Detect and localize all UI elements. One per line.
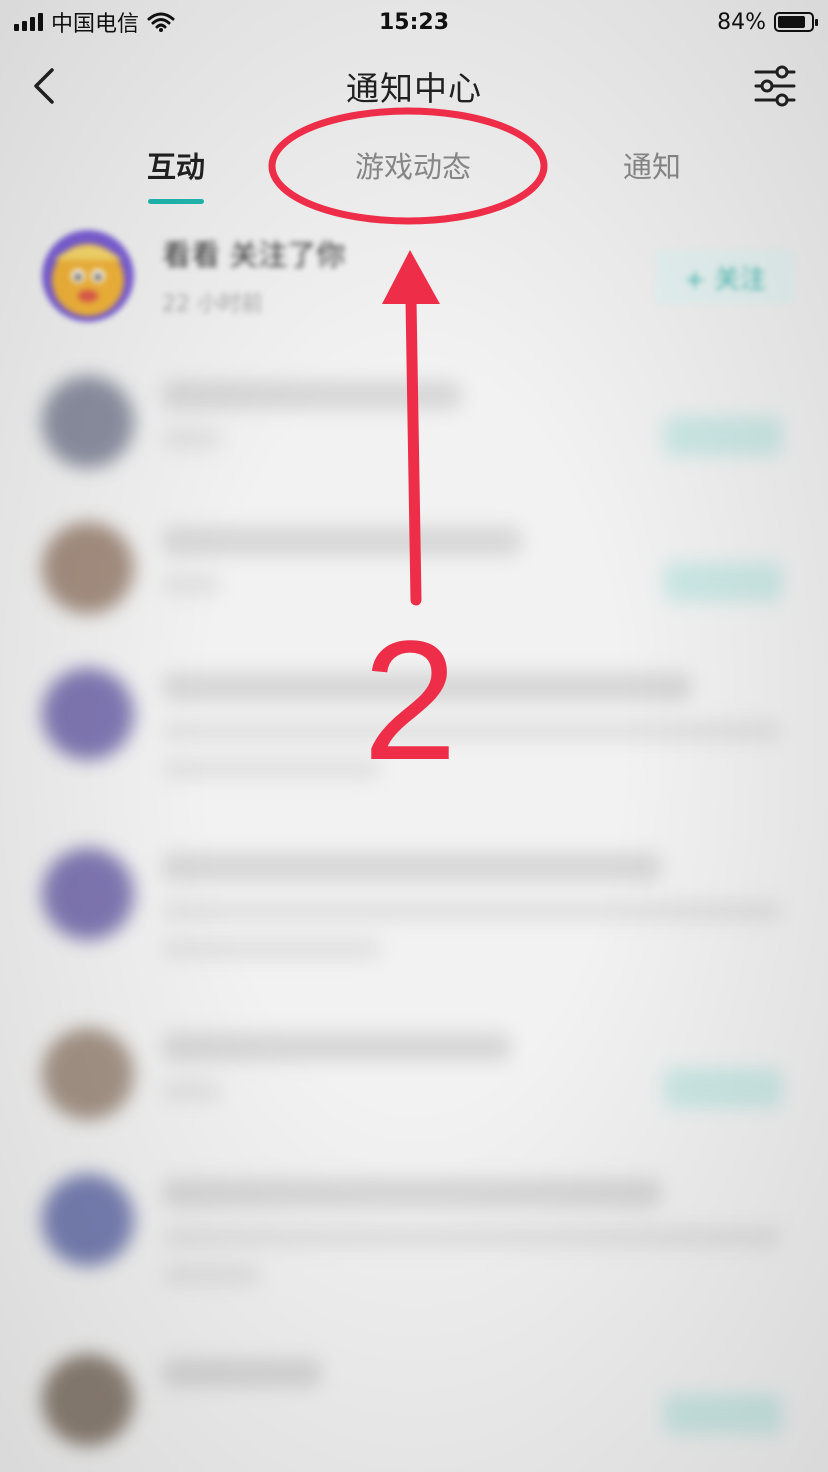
status-right: 84% [717,9,818,35]
follow-button[interactable] [664,1394,782,1434]
status-bar: 中国电信 15:23 84% [0,0,828,44]
avatar[interactable] [42,522,134,614]
list-item[interactable] [0,1018,828,1164]
chevron-left-icon[interactable] [26,64,66,108]
notification-title-placeholder [162,1178,662,1208]
avatar[interactable] [42,376,134,468]
notification-title-placeholder [162,380,462,410]
wifi-icon [147,12,175,32]
tab-game-news[interactable]: 游戏动态 [355,144,471,186]
follow-button[interactable] [664,562,782,602]
notification-time: 22 小时前 [162,292,263,317]
notification-time-placeholder [162,1080,222,1102]
notification-body-placeholder [162,1264,262,1286]
avatar[interactable] [42,1028,134,1120]
follow-button[interactable]: + 关注 [656,250,794,304]
list-item[interactable] [0,838,828,1018]
notification-title-placeholder [162,852,662,882]
avatar[interactable] [42,230,134,322]
list-item[interactable] [0,1344,828,1472]
notification-body-placeholder [162,1226,782,1248]
sliders-icon[interactable] [752,64,798,108]
notification-title-placeholder [162,1032,512,1062]
avatar[interactable] [42,848,134,940]
step-number: 2 [362,606,458,796]
tab-active-indicator [148,199,204,204]
notification-title-placeholder [162,526,522,556]
notification-title: 看看 关注了你 [162,238,346,272]
notification-time-placeholder [162,428,222,450]
notification-body-placeholder [162,900,782,922]
list-item[interactable] [0,1164,828,1344]
notification-body-placeholder [162,938,382,960]
avatar[interactable] [42,1174,134,1266]
status-left: 中国电信 [14,6,175,38]
list-item[interactable]: 看看 关注了你 22 小时前 + 关注 [0,220,828,366]
page-title: 通知中心 [346,69,482,108]
follow-button[interactable] [664,416,782,456]
tab-bar: 互动 游戏动态 通知 [0,138,828,208]
list-item[interactable] [0,366,828,512]
battery-percent: 84% [717,9,766,35]
battery-icon [774,12,818,32]
avatar-image [42,230,134,322]
signal-icon [14,13,43,31]
tab-interaction[interactable]: 互动 [147,144,205,186]
battery-fill [778,16,805,28]
follow-button[interactable] [664,1068,782,1108]
notification-title-placeholder [162,1358,322,1388]
avatar[interactable] [42,1354,134,1446]
notification-list: 看看 关注了你 22 小时前 + 关注 [0,220,828,1472]
header: 通知中心 [0,52,828,120]
avatar[interactable] [42,668,134,760]
notification-time-placeholder [162,574,222,596]
tab-notice[interactable]: 通知 [623,144,681,186]
carrier-label: 中国电信 [51,12,140,37]
